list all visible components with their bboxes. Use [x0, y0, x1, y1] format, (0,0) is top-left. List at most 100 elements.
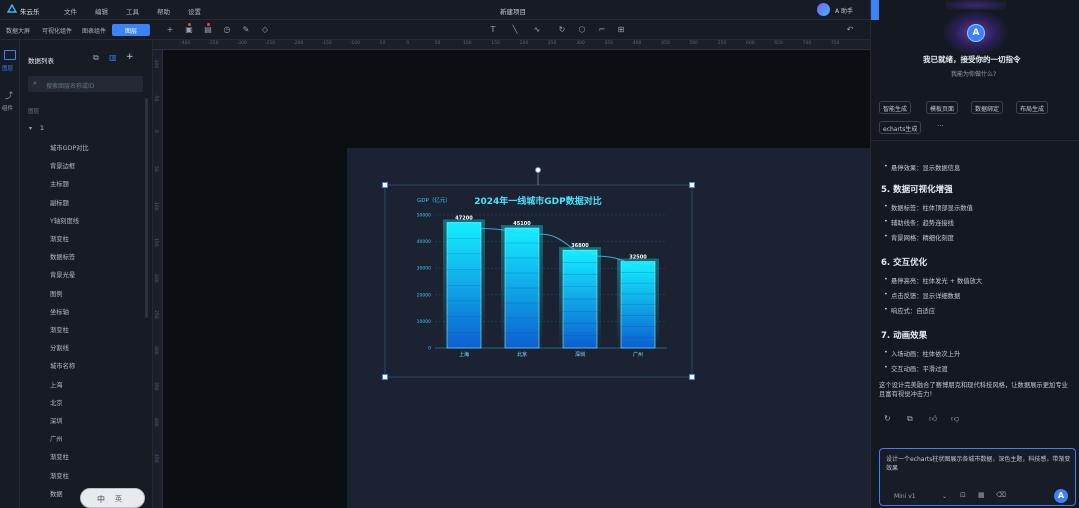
chevron-down-icon[interactable]: ▾ — [29, 125, 32, 132]
rotate-icon[interactable]: ↻ — [557, 25, 567, 35]
rail-label-layers[interactable]: 图层 — [2, 64, 13, 72]
text-tool-icon[interactable]: T — [488, 25, 498, 35]
chat-input[interactable]: 设计一个echarts柱状图展示各城市数据，深色主题，科技感，带渐变效果 Min… — [879, 448, 1076, 506]
layer-item[interactable]: 渐变柱 — [50, 452, 69, 461]
resize-handle-tl[interactable] — [382, 182, 388, 188]
layer-item[interactable]: 深圳 — [50, 416, 63, 425]
resize-handle-bl[interactable] — [382, 374, 388, 380]
clear-icon[interactable]: ⌫ — [996, 491, 1006, 499]
user-name[interactable]: A 助手 — [835, 6, 853, 15]
layer-item[interactable]: 数据标签 — [50, 252, 75, 261]
layer-item[interactable]: 图例 — [50, 289, 63, 298]
layer-item[interactable]: 渐变柱 — [50, 471, 69, 480]
ime-widget[interactable]: 中 英 — [80, 488, 145, 508]
welcome-subtitle: 我能为你做什么? — [951, 71, 997, 78]
tab-layers[interactable]: 图层 — [112, 24, 150, 36]
send-button[interactable]: A — [1054, 489, 1068, 503]
grid-tool-icon[interactable]: ⊞ — [616, 25, 626, 35]
layer-item[interactable]: 城市名称 — [50, 361, 75, 370]
trash-icon[interactable]: ▥ — [109, 53, 117, 62]
delete-icon[interactable]: ▤ — [203, 25, 213, 35]
ruler-tick-label: 450 — [661, 41, 670, 46]
ruler-tick-label: 250 — [153, 310, 158, 319]
refresh-icon[interactable]: ↻ — [884, 414, 891, 423]
menu-settings[interactable]: 设置 — [188, 6, 201, 16]
copy-icon[interactable]: ⧉ — [93, 53, 99, 63]
line-tool-icon[interactable]: ╲ — [510, 25, 520, 35]
rotate-handle[interactable] — [535, 167, 541, 173]
undo-icon[interactable]: ↶ — [845, 25, 855, 35]
layer-item[interactable]: 背景光晕 — [50, 270, 75, 279]
chevron-down-icon[interactable]: ⌄ — [942, 493, 947, 500]
model-select[interactable]: Mini v1 — [894, 493, 916, 500]
user-avatar[interactable] — [817, 3, 830, 16]
resize-handle-br[interactable] — [689, 374, 695, 380]
components-rail-icon[interactable]: ⤴ — [5, 90, 13, 101]
curve-tool-icon[interactable]: ∿ — [532, 25, 542, 35]
welcome-title: 我已就绪，接受你的一切指令 — [923, 55, 1021, 64]
ruler-tick-label: 750 — [830, 41, 840, 46]
y-tick-label: 30000 — [417, 266, 431, 272]
chip-template[interactable]: 模板页面 — [926, 101, 959, 114]
section-bullet: 交互动画：平滑过渡 — [884, 364, 948, 373]
ruler-tick-label: 50 — [434, 41, 441, 46]
history-icon[interactable]: ◷ — [222, 25, 232, 35]
ruler-tick-label: 350 — [153, 382, 158, 391]
chip-smart-generate[interactable]: 智能生成 — [879, 101, 912, 114]
layers-rail-icon[interactable] — [4, 50, 16, 60]
eraser-icon[interactable]: ◇ — [260, 25, 270, 35]
y-tick-label: 20000 — [417, 292, 431, 298]
add-layer-icon[interactable]: + — [126, 52, 134, 62]
layer-item[interactable]: 背景边框 — [50, 161, 75, 170]
search-icon: ⌕ — [33, 79, 37, 87]
layer-item[interactable]: 城市GDP对比 — [50, 143, 89, 152]
rail-label-components[interactable]: 组件 — [2, 104, 13, 112]
layer-item[interactable]: 渐变柱 — [50, 325, 69, 334]
menu-edit[interactable]: 编辑 — [95, 6, 108, 16]
bar-value-label: 36800 — [571, 243, 589, 249]
layers-scrollbar[interactable] — [145, 98, 148, 318]
thumbs-down-icon[interactable]: 👎︎ — [951, 414, 959, 424]
tab-chart-components[interactable]: 图表组件 — [78, 24, 110, 36]
more-icon[interactable]: ··· — [937, 122, 944, 130]
copy-message-icon[interactable]: ⧉ — [907, 414, 913, 424]
chat-input-text[interactable]: 设计一个echarts柱状图展示各城市数据，深色主题，科技感，带渐变效果 — [886, 455, 1071, 473]
layer-item[interactable]: 坐标轴 — [50, 307, 69, 316]
layer-item[interactable]: Y轴刻度线 — [50, 216, 79, 225]
panel-toggle[interactable] — [871, 0, 879, 20]
image-icon[interactable]: ▦ — [978, 491, 985, 499]
menu-file[interactable]: 文件 — [64, 6, 77, 16]
layer-item[interactable]: 分割线 — [50, 343, 69, 352]
layer-item[interactable]: 广州 — [50, 434, 63, 443]
thumbs-up-icon[interactable]: 👍︎ — [929, 414, 937, 424]
project-title: 新建项目 — [500, 8, 526, 16]
tab-data-screen[interactable]: 数据大屏 — [2, 24, 34, 36]
attach-icon[interactable]: ⊡ — [960, 491, 966, 499]
chip-echarts[interactable]: echarts生成 — [879, 121, 922, 134]
resize-handle-tr[interactable] — [689, 182, 695, 188]
tab-visual-components[interactable]: 可视化组件 — [38, 24, 76, 36]
layer-item[interactable]: 渐变柱 — [50, 234, 69, 243]
shape-tool-icon[interactable]: ⬡ — [577, 25, 587, 35]
ruler-tick-label: -100 — [349, 41, 361, 46]
layer-item[interactable]: 副标题 — [50, 198, 69, 207]
summary-text: 这个设计完美融合了赛博朋克和现代科技风格，让数据展示更加专业且富有视觉冲击力！ — [879, 382, 1068, 398]
layer-item[interactable]: 主标题 — [50, 179, 69, 188]
chip-layout[interactable]: 布局生成 — [1016, 101, 1049, 114]
menu-help[interactable]: 帮助 — [157, 6, 170, 16]
ruler-tick-label: -250 — [264, 41, 276, 46]
chip-data-binding[interactable]: 数据绑定 — [971, 101, 1004, 114]
add-icon[interactable]: + — [165, 25, 175, 35]
ruler-tick-label: 350 — [604, 41, 614, 46]
brush-icon[interactable]: ✎ — [241, 25, 251, 35]
layer-item[interactable]: 数据 — [50, 489, 63, 498]
layer-item[interactable]: 上海 — [50, 380, 63, 389]
left-rail: 图层 ⤴ 组件 — [0, 40, 20, 508]
menu-tools[interactable]: 工具 — [126, 6, 139, 16]
layer-group-name[interactable]: 1 — [40, 125, 44, 132]
bar-chart[interactable]: 2024年一线城市GDP数据对比 GDP（亿元） 0 10000 20000 3000… — [347, 148, 870, 508]
save-icon[interactable]: ▣ — [184, 25, 194, 35]
layer-item[interactable]: 北京 — [50, 398, 63, 407]
layer-search-input[interactable]: ⌕ 搜索图层名称或ID — [28, 76, 143, 92]
frame-tool-icon[interactable]: ⌐ — [597, 25, 607, 35]
